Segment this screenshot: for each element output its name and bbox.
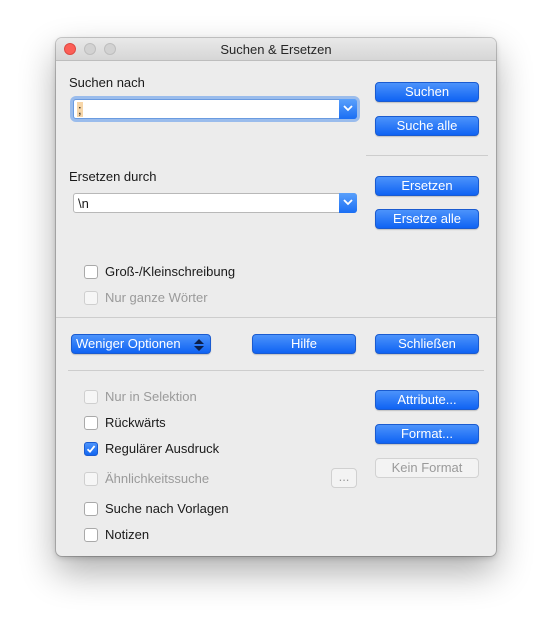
replace-label: Ersetzen durch: [69, 169, 157, 184]
styles-label: Suche nach Vorlagen: [105, 501, 229, 516]
title-bar[interactable]: Suchen & Ersetzen: [56, 38, 496, 61]
divider: [366, 155, 488, 156]
fewer-options-label: Weniger Optionen: [76, 336, 181, 351]
notes-checkbox[interactable]: [84, 528, 98, 542]
regex-checkbox[interactable]: [84, 442, 98, 456]
styles-checkbox[interactable]: [84, 502, 98, 516]
search-label: Suchen nach: [69, 75, 145, 90]
chevron-down-icon: [343, 105, 353, 112]
divider: [56, 317, 496, 318]
search-all-button[interactable]: Suche alle: [375, 116, 479, 136]
attributes-button[interactable]: Attribute...: [375, 390, 479, 410]
backwards-label: Rückwärts: [105, 415, 166, 430]
replace-combobox[interactable]: \n: [73, 193, 357, 213]
format-button[interactable]: Format...: [375, 424, 479, 444]
backwards-checkbox[interactable]: [84, 416, 98, 430]
chevron-down-icon: [343, 199, 353, 206]
replace-button[interactable]: Ersetzen: [375, 176, 479, 196]
fewer-options-button[interactable]: Weniger Optionen: [71, 334, 211, 354]
collapse-arrows-icon: [194, 339, 204, 351]
search-input-value[interactable]: ;: [77, 102, 83, 117]
close-button[interactable]: Schließen: [375, 334, 479, 354]
selection-only-label: Nur in Selektion: [105, 389, 197, 404]
no-format-button[interactable]: Kein Format: [375, 458, 479, 478]
match-case-label: Groß-/Kleinschreibung: [105, 264, 236, 279]
similarity-checkbox[interactable]: [84, 472, 98, 486]
similarity-label: Ähnlichkeitssuche: [105, 471, 210, 486]
notes-label: Notizen: [105, 527, 150, 542]
selection-only-checkbox[interactable]: [84, 390, 98, 404]
replace-input-value[interactable]: \n: [78, 196, 89, 211]
regex-label: Regulärer Ausdruck: [105, 441, 220, 456]
replace-all-button[interactable]: Ersetze alle: [375, 209, 479, 229]
checkmark-icon: [86, 445, 96, 454]
search-dropdown-button[interactable]: [339, 99, 357, 119]
whole-words-label: Nur ganze Wörter: [105, 290, 208, 305]
window-title: Suchen & Ersetzen: [220, 42, 332, 57]
whole-words-checkbox[interactable]: [84, 291, 98, 305]
replace-dropdown-button[interactable]: [339, 193, 357, 213]
help-button[interactable]: Hilfe: [252, 334, 356, 354]
divider: [68, 370, 484, 371]
similarity-settings-button[interactable]: ...: [331, 468, 357, 488]
find-replace-dialog: Suchen & Ersetzen Suchen nach ; Suchen S…: [56, 38, 496, 556]
match-case-checkbox[interactable]: [84, 265, 98, 279]
search-combobox[interactable]: ;: [73, 99, 357, 119]
search-button[interactable]: Suchen: [375, 82, 479, 102]
